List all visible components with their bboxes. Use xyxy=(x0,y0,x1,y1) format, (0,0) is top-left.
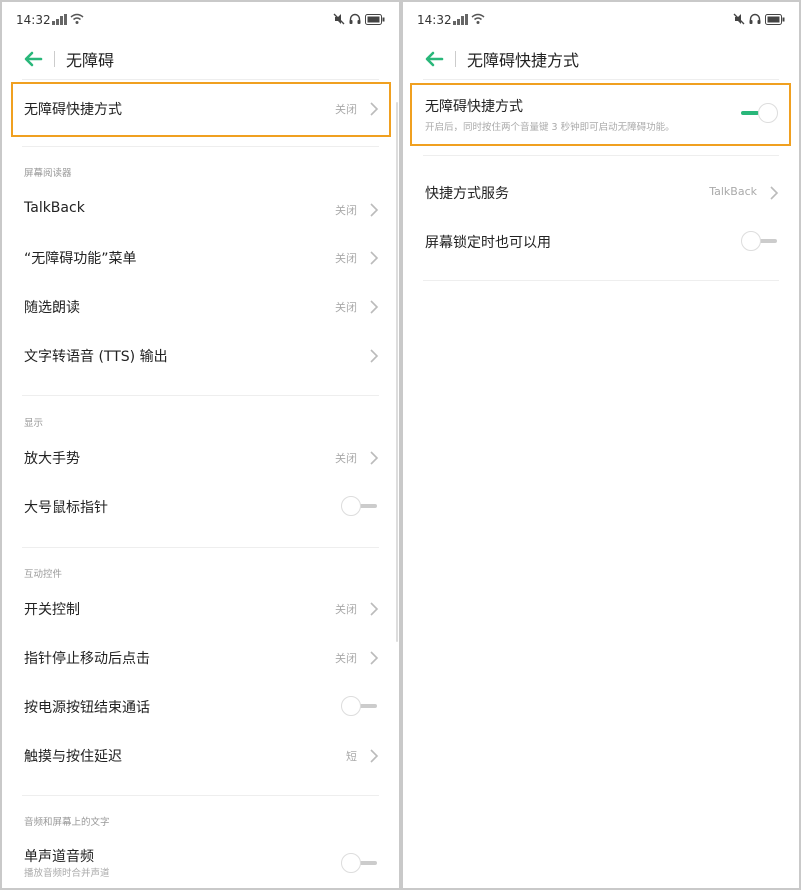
mute-icon xyxy=(333,13,345,25)
status-time: 14:32 xyxy=(16,13,51,27)
chevron-right-icon xyxy=(770,186,779,200)
chevron-right-icon xyxy=(370,651,379,665)
power-end-call-label: 按电源按钮结束通话 xyxy=(24,700,150,716)
header-divider xyxy=(22,79,379,80)
lock-screen-row: 屏幕锁定时也可以用 xyxy=(403,218,799,267)
chevron-right-icon xyxy=(370,451,379,465)
signal-icon xyxy=(453,14,468,25)
section-divider xyxy=(22,547,379,548)
section-divider xyxy=(22,395,379,396)
page-title: 无障碍 xyxy=(66,51,115,70)
status-time: 14:32 xyxy=(417,13,452,27)
magnify-row[interactable]: 放大手势 关闭 xyxy=(2,434,399,483)
shortcut-service-label: 快捷方式服务 xyxy=(425,186,509,202)
chevron-right-icon xyxy=(370,749,379,763)
tts-label: 文字转语音 (TTS) 输出 xyxy=(24,349,168,365)
large-pointer-label: 大号鼠标指针 xyxy=(24,500,108,516)
app-header: 无障碍快捷方式 xyxy=(403,38,799,80)
mono-audio-row: 单声道音频 播放音频时合并声道 xyxy=(2,834,399,883)
dwell-click-row[interactable]: 指针停止移动后点击 关闭 xyxy=(2,634,399,683)
highlight-box xyxy=(410,83,791,146)
touch-delay-label: 触摸与按住延迟 xyxy=(24,749,122,765)
chevron-right-icon xyxy=(370,251,379,265)
status-bar: 14:32 xyxy=(2,2,399,36)
shortcut-service-value: TalkBack xyxy=(709,185,757,198)
select-to-speak-value: 关闭 xyxy=(335,301,357,314)
switch-access-value: 关闭 xyxy=(335,603,357,616)
large-pointer-row: 大号鼠标指针 xyxy=(2,483,399,532)
chevron-right-icon xyxy=(370,602,379,616)
lock-screen-label: 屏幕锁定时也可以用 xyxy=(425,235,551,251)
talkback-value: 关闭 xyxy=(335,204,357,217)
page-title: 无障碍快捷方式 xyxy=(467,51,580,70)
section-display: 显示 xyxy=(24,418,44,429)
accessibility-screen: 14:32 无障碍 无障碍快捷方式 关闭 屏幕阅读器 TalkBack 关闭 “… xyxy=(2,2,399,888)
battery-icon xyxy=(765,13,785,25)
talkback-label: TalkBack xyxy=(24,200,85,216)
switch-access-label: 开关控制 xyxy=(24,602,80,618)
highlight-box xyxy=(11,82,391,137)
section-audio: 音频和屏幕上的文字 xyxy=(24,817,110,828)
section-divider xyxy=(22,795,379,796)
magnify-value: 关闭 xyxy=(335,452,357,465)
signal-icon xyxy=(52,14,67,25)
back-arrow-icon[interactable] xyxy=(22,48,44,70)
a11y-menu-value: 关闭 xyxy=(335,252,357,265)
section-divider xyxy=(423,155,779,156)
a11y-menu-row[interactable]: “无障碍功能”菜单 关闭 xyxy=(2,234,399,283)
chevron-right-icon xyxy=(370,203,379,217)
shortcut-service-row[interactable]: 快捷方式服务 TalkBack xyxy=(403,169,799,218)
lock-screen-toggle[interactable] xyxy=(741,230,779,252)
mono-audio-sub: 播放音频时合并声道 xyxy=(24,868,110,879)
switch-access-row[interactable]: 开关控制 关闭 xyxy=(2,585,399,634)
wifi-icon xyxy=(70,13,84,24)
magnify-label: 放大手势 xyxy=(24,451,80,467)
large-pointer-toggle[interactable] xyxy=(341,495,379,517)
scrollbar[interactable] xyxy=(396,102,398,642)
section-divider xyxy=(22,146,379,147)
chevron-right-icon xyxy=(370,349,379,363)
talkback-row[interactable]: TalkBack 关闭 xyxy=(2,186,399,235)
section-divider xyxy=(423,280,779,281)
header-divider xyxy=(423,79,779,80)
power-end-call-toggle[interactable] xyxy=(341,695,379,717)
header-separator xyxy=(54,51,55,67)
shortcut-screen: 14:32 无障碍快捷方式 无障碍快捷方式 开启后，同时按住两个音量键 3 秒钟… xyxy=(403,2,799,888)
dwell-click-label: 指针停止移动后点击 xyxy=(24,651,150,667)
select-to-speak-label: 随选朗读 xyxy=(24,300,80,316)
touch-delay-row[interactable]: 触摸与按住延迟 短 xyxy=(2,732,399,781)
touch-delay-value: 短 xyxy=(346,750,357,763)
a11y-menu-label: “无障碍功能”菜单 xyxy=(24,251,137,267)
headphone-icon xyxy=(349,13,361,24)
dwell-click-value: 关闭 xyxy=(335,652,357,665)
mute-icon xyxy=(733,13,745,25)
mono-audio-toggle[interactable] xyxy=(341,852,379,874)
select-to-speak-row[interactable]: 随选朗读 关闭 xyxy=(2,283,399,332)
status-bar: 14:32 xyxy=(403,2,799,36)
section-screen-reader: 屏幕阅读器 xyxy=(24,168,72,179)
app-header: 无障碍 xyxy=(2,38,399,80)
tts-row[interactable]: 文字转语音 (TTS) 输出 xyxy=(2,332,399,381)
mono-audio-label: 单声道音频 xyxy=(24,849,94,865)
section-interaction: 互动控件 xyxy=(24,569,63,580)
header-separator xyxy=(455,51,456,67)
chevron-right-icon xyxy=(370,300,379,314)
back-arrow-icon[interactable] xyxy=(423,48,445,70)
headphone-icon xyxy=(749,13,761,24)
wifi-icon xyxy=(471,13,485,24)
battery-icon xyxy=(365,13,385,25)
power-end-call-row: 按电源按钮结束通话 xyxy=(2,683,399,732)
